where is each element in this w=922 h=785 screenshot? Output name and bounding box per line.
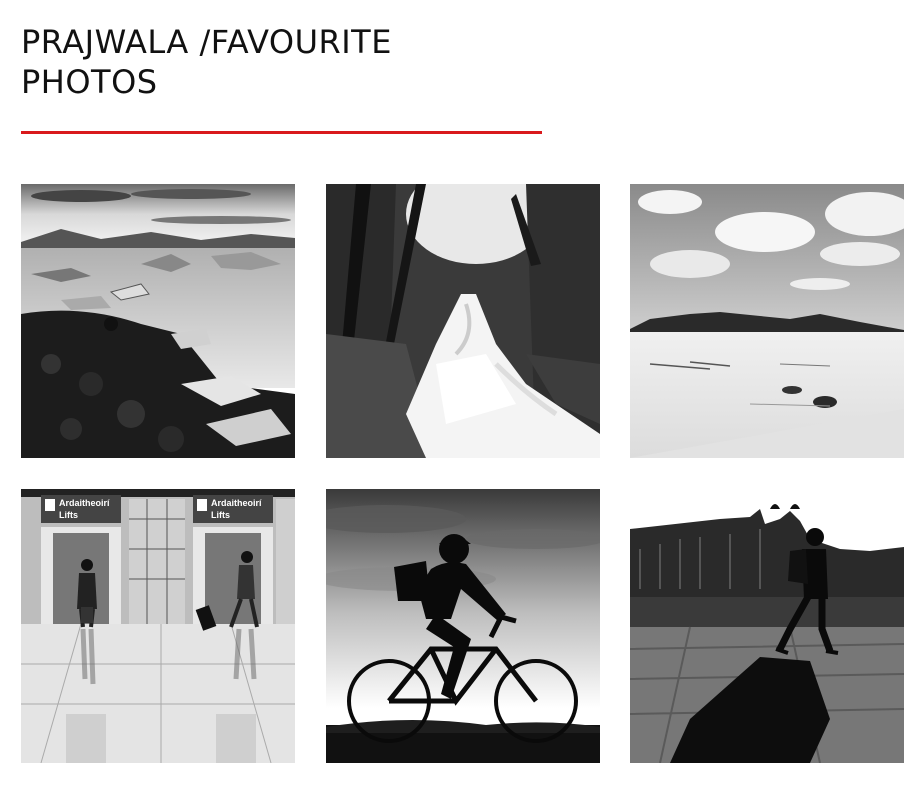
photo-desert[interactable] bbox=[630, 184, 904, 458]
airport-image: Ardaitheoirí Lifts Ardaitheoirí Lifts bbox=[21, 489, 295, 763]
photo-cyclist[interactable] bbox=[326, 489, 600, 763]
photo-icebergs[interactable] bbox=[21, 184, 295, 458]
walker-image bbox=[630, 489, 904, 763]
photo-walker[interactable] bbox=[630, 489, 904, 763]
title-line-2: PHOTOS bbox=[21, 63, 158, 101]
sign-left-irish: Ardaitheoirí bbox=[59, 498, 110, 508]
sign-left-english: Lifts bbox=[59, 510, 78, 520]
cyclist-image bbox=[326, 489, 600, 763]
waterfall-image bbox=[326, 184, 600, 458]
title-divider bbox=[21, 131, 542, 134]
photo-waterfall[interactable] bbox=[326, 184, 600, 458]
icebergs-image bbox=[21, 184, 295, 458]
page-title: PRAJWALA /FAVOURITE PHOTOS bbox=[21, 22, 541, 102]
title-line-1: PRAJWALA /FAVOURITE bbox=[21, 23, 392, 61]
photo-grid: Ardaitheoirí Lifts Ardaitheoirí Lifts bbox=[21, 184, 904, 763]
desert-image bbox=[630, 184, 904, 458]
photo-airport[interactable]: Ardaitheoirí Lifts Ardaitheoirí Lifts bbox=[21, 489, 295, 763]
sign-right-english: Lifts bbox=[211, 510, 230, 520]
sign-right-irish: Ardaitheoirí bbox=[211, 498, 262, 508]
